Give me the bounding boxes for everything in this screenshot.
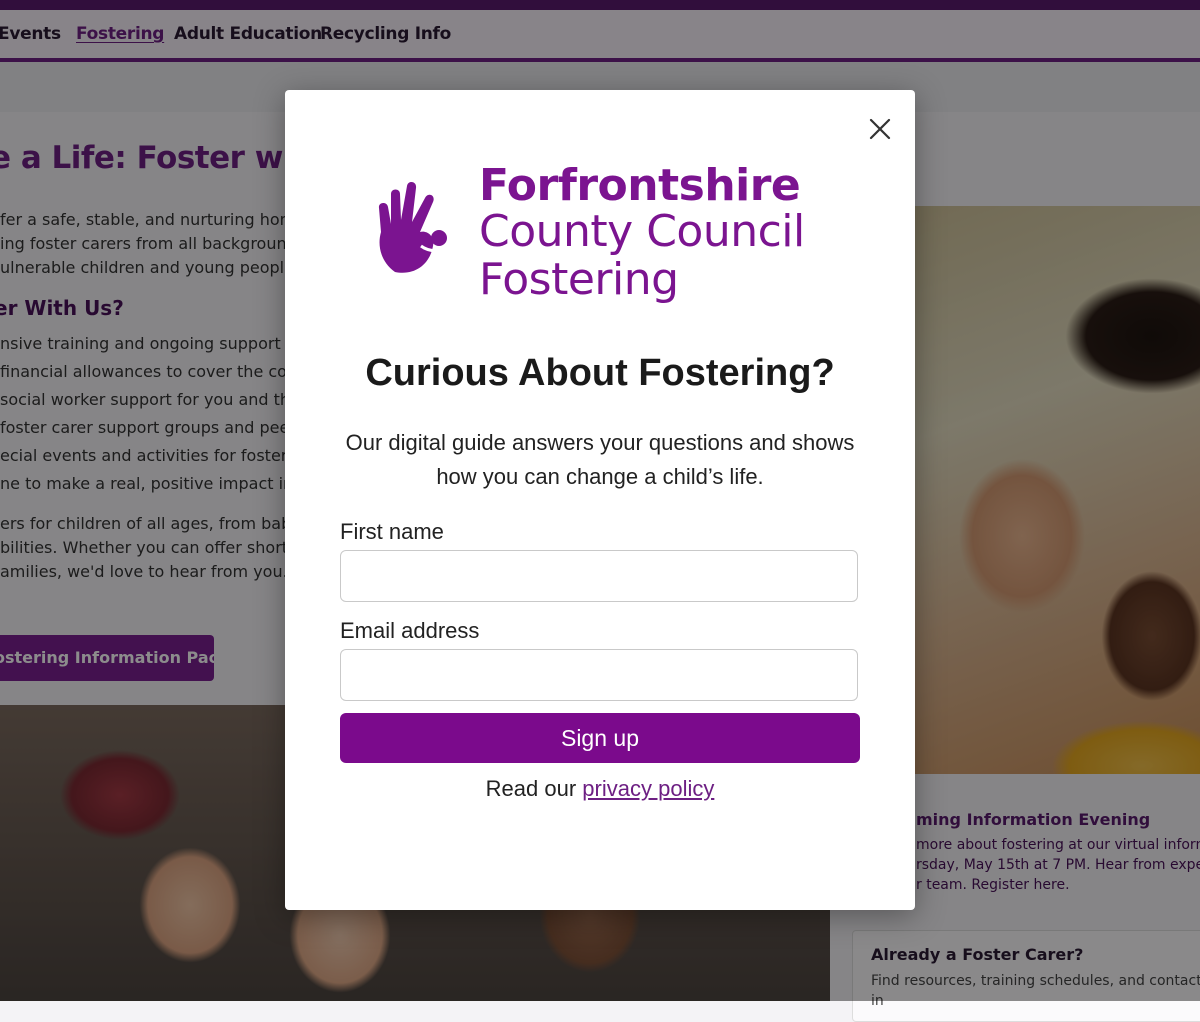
council-logo: Forfrontshire County Council Fostering [375, 160, 815, 310]
logo-text-line2: County Council [479, 206, 805, 257]
first-name-label: First name [340, 519, 444, 544]
signup-button[interactable]: Sign up [340, 713, 860, 763]
email-field[interactable] [340, 649, 858, 701]
hand-icon [378, 182, 450, 273]
privacy-policy-link[interactable]: privacy policy [582, 776, 714, 801]
email-label: Email address [340, 618, 480, 643]
first-name-field[interactable] [340, 550, 858, 602]
modal-title: Curious About Fostering? [365, 352, 835, 394]
close-button[interactable] [865, 114, 895, 144]
signup-modal: Forfrontshire County Council Fostering C… [285, 90, 915, 910]
logo-text-line3: Fostering [479, 254, 679, 305]
privacy-prefix: Read our [485, 776, 577, 801]
close-icon [869, 118, 891, 140]
modal-description: Our digital guide answers your questions… [345, 430, 855, 489]
privacy-row: Read our privacy policy [285, 776, 915, 802]
logo-text-line1: Forfrontshire [479, 160, 801, 211]
